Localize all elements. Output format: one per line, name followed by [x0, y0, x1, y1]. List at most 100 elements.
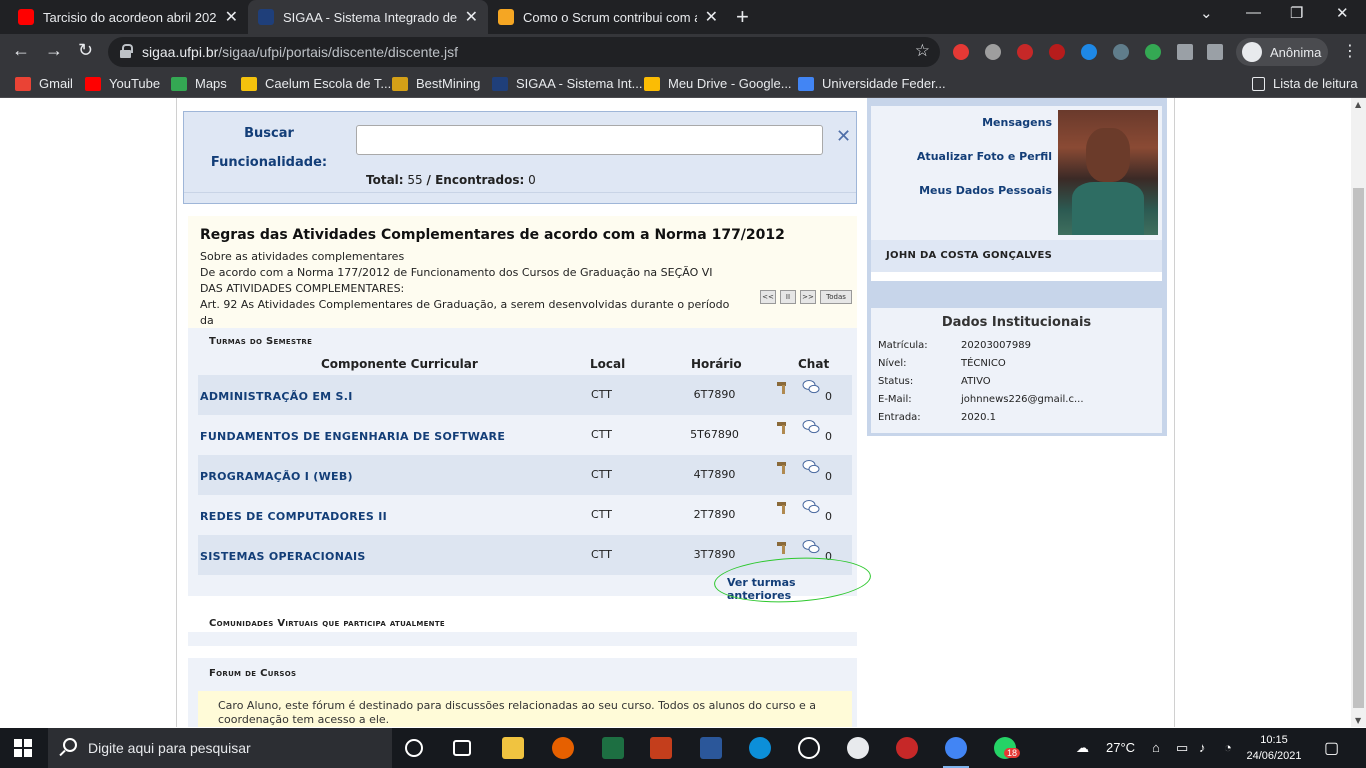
bookmark-sigaa[interactable]: SIGAA - Sistema Int... [492, 76, 642, 91]
extension-icon[interactable] [1113, 44, 1129, 60]
tab-title: Tarcisio do acordeon abril 2021- ... [43, 9, 217, 25]
chrome-icon[interactable] [943, 737, 969, 768]
enter-class-icon[interactable] [776, 540, 790, 554]
search-functionality-input[interactable] [356, 125, 823, 155]
excel-icon[interactable] [602, 737, 624, 759]
news-next-button[interactable]: >> [800, 290, 816, 304]
volume-icon[interactable]: ♪ [1199, 740, 1206, 755]
reading-list-button[interactable]: Lista de leitura [1252, 76, 1358, 91]
chat-icon[interactable] [802, 499, 820, 515]
extension-icon[interactable] [1017, 44, 1033, 60]
tab-youtube[interactable]: Tarcisio do acordeon abril 2021- ... ✕ [8, 0, 248, 34]
taskbar-search-box[interactable]: Digite aqui para pesquisar [48, 728, 392, 768]
maximize-button[interactable]: ❐ [1290, 4, 1303, 22]
field-value: ATIVO [961, 376, 991, 387]
minimize-button[interactable]: — [1246, 4, 1261, 21]
ublock-icon[interactable] [1049, 44, 1065, 60]
tab-search-icon[interactable]: ⌄ [1200, 4, 1213, 22]
task-view-icon[interactable] [453, 740, 471, 756]
bookmark-label: BestMining [416, 76, 481, 91]
word-icon[interactable] [700, 737, 722, 759]
news-body: Sobre as atividades complementares De ac… [200, 249, 748, 329]
close-tab-icon[interactable]: ✕ [465, 7, 478, 27]
bookmark-maps[interactable]: Maps [171, 76, 227, 91]
scroll-down-icon[interactable]: ▼ [1355, 716, 1361, 725]
table-row: PROGRAMAÇÃO I (WEB) CTT 4T7890 0 [198, 455, 852, 495]
battery-icon[interactable]: ▭ [1176, 740, 1188, 756]
news-line: De acordo com a Norma 177/2012 de Funcio… [200, 266, 713, 279]
extension-icon[interactable] [953, 44, 969, 60]
app-icon[interactable] [896, 737, 918, 759]
chat-icon[interactable] [802, 379, 820, 395]
extension-icon[interactable] [1081, 44, 1097, 60]
search-label: Buscar [244, 126, 294, 141]
bookmark-star-icon[interactable]: ☆ [915, 41, 930, 61]
found-label: / Encontrados: [426, 173, 525, 187]
people-icon[interactable]: ⌂ [1152, 740, 1160, 755]
page-scrollbar[interactable]: ▲ ▼ [1351, 98, 1366, 727]
field-value: TÉCNICO [961, 358, 1006, 369]
reload-button[interactable]: ↻ [78, 40, 93, 61]
chat-icon[interactable] [802, 539, 820, 555]
extensions-puzzle-icon[interactable] [1177, 44, 1193, 60]
bookmark-caelum[interactable]: Caelum Escola de T... [241, 76, 391, 91]
column-header: Componente Curricular [321, 357, 478, 371]
reading-list-icon[interactable] [1207, 44, 1223, 60]
weather-temperature[interactable]: 27°C [1106, 740, 1135, 755]
personal-data-link[interactable]: Meus Dados Pessoais [919, 184, 1052, 197]
windows-start-icon[interactable] [14, 739, 32, 757]
tab-scrum[interactable]: Como o Scrum contribui com a q... ✕ [488, 0, 728, 34]
system-clock[interactable]: 10:15 24/06/2021 [1244, 732, 1304, 764]
close-window-button[interactable]: ✕ [1336, 4, 1349, 22]
close-tab-icon[interactable]: ✕ [225, 7, 238, 27]
file-explorer-icon[interactable] [502, 737, 524, 759]
update-photo-link[interactable]: Atualizar Foto e Perfil [917, 150, 1052, 163]
notifications-icon[interactable]: ▢ [1324, 738, 1339, 758]
course-link[interactable]: FUNDAMENTOS DE ENGENHARIA DE SOFTWARE [200, 430, 505, 443]
new-tab-button[interactable]: + [736, 4, 749, 30]
news-pause-button[interactable]: II [780, 290, 796, 304]
address-bar[interactable]: sigaa.ufpi.br/sigaa/ufpi/portais/discent… [108, 37, 940, 67]
chat-count: 0 [825, 470, 832, 483]
close-tab-icon[interactable]: ✕ [705, 7, 718, 27]
forward-button[interactable]: → [45, 40, 63, 61]
bookmark-gmail[interactable]: Gmail [15, 76, 73, 91]
chat-icon[interactable] [802, 459, 820, 475]
course-link[interactable]: SISTEMAS OPERACIONAIS [200, 550, 366, 563]
menu-kebab-icon[interactable]: ⋮ [1342, 41, 1358, 60]
news-previous-button[interactable]: << [760, 290, 776, 304]
powerpoint-icon[interactable] [650, 737, 672, 759]
enter-class-icon[interactable] [776, 420, 790, 434]
news-all-button[interactable]: Todas [820, 290, 852, 304]
gear-extension-icon[interactable] [985, 44, 1001, 60]
bookmark-universidade[interactable]: Universidade Feder... [798, 76, 946, 91]
google-drive-icon[interactable] [1145, 44, 1161, 60]
scroll-up-icon[interactable]: ▲ [1355, 100, 1361, 109]
chat-icon[interactable] [802, 419, 820, 435]
incognito-profile-button[interactable]: Anônima [1236, 38, 1328, 66]
back-button[interactable]: ← [12, 40, 30, 61]
enter-class-icon[interactable] [776, 500, 790, 514]
scrollbar-thumb[interactable] [1353, 188, 1364, 708]
courses-panel: Turmas do Semestre Componente Curricular… [188, 328, 857, 602]
bookmark-bestmining[interactable]: BestMining [392, 76, 480, 91]
bookmark-drive[interactable]: Meu Drive - Google... [644, 76, 792, 91]
weather-cloud-icon[interactable]: ☁ [1076, 740, 1089, 756]
tab-sigaa[interactable]: SIGAA - Sistema Integrado de Ge... ✕ [248, 0, 488, 34]
edge-icon[interactable] [749, 737, 771, 759]
clear-search-icon[interactable]: ✕ [836, 126, 851, 147]
course-link[interactable]: PROGRAMAÇÃO I (WEB) [200, 470, 353, 483]
wifi-icon[interactable]: ◔ [1224, 740, 1232, 755]
firefox-icon[interactable] [552, 737, 574, 759]
settings-gear-icon[interactable] [798, 737, 820, 759]
enter-class-icon[interactable] [776, 460, 790, 474]
messages-link[interactable]: Mensagens [982, 116, 1052, 129]
incognito-icon[interactable] [847, 737, 869, 759]
bookmarks-bar: Gmail YouTube Maps Caelum Escola de T...… [0, 70, 1366, 98]
enter-class-icon[interactable] [776, 380, 790, 394]
course-link[interactable]: REDES DE COMPUTADORES II [200, 510, 387, 523]
bookmark-youtube[interactable]: YouTube [85, 76, 160, 91]
calendar-icon [798, 76, 814, 91]
course-link[interactable]: ADMINISTRAÇÃO EM S.I [200, 390, 353, 403]
cortana-icon[interactable] [405, 739, 423, 757]
